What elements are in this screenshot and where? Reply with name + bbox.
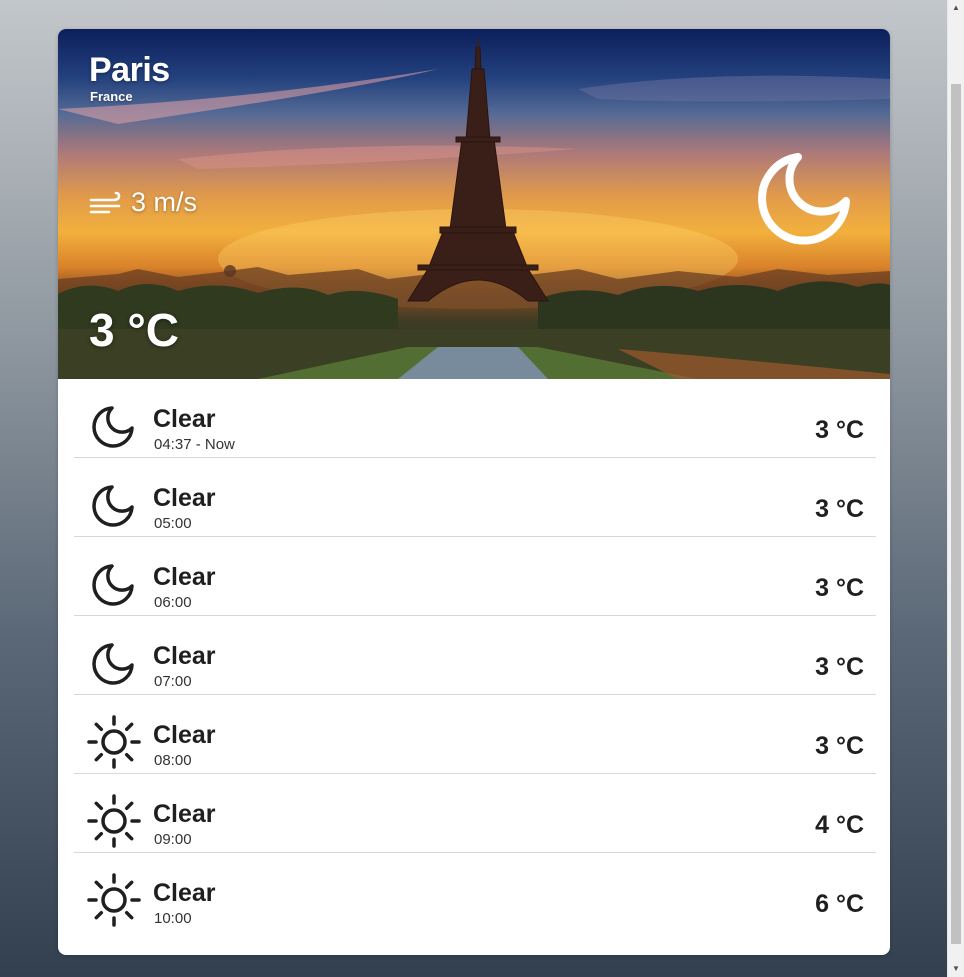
forecast-condition: Clear: [153, 405, 216, 433]
forecast-time: 10:00: [154, 910, 192, 927]
country-name: France: [90, 89, 133, 104]
forecast-condition: Clear: [153, 484, 216, 512]
forecast-temperature: 3 °C: [815, 574, 864, 602]
forecast-temperature: 3 °C: [815, 416, 864, 444]
forecast-temperature: 4 °C: [815, 811, 864, 839]
forecast-condition: Clear: [153, 879, 216, 907]
forecast-condition: Clear: [153, 721, 216, 749]
forecast-temperature: 3 °C: [815, 495, 864, 523]
forecast-row: Clear 04:37 - Now 3 °C: [74, 379, 876, 458]
city-name: Paris: [89, 51, 170, 89]
weather-card: Paris France 3 m/s 3 °C Clear 04:37 - Now…: [58, 29, 890, 955]
sun-icon: [86, 872, 142, 928]
forecast-temperature: 3 °C: [815, 653, 864, 681]
forecast-condition: Clear: [153, 563, 216, 591]
forecast-time: 05:00: [154, 515, 192, 532]
current-temperature: 3 °C: [89, 304, 179, 356]
moon-icon: [86, 635, 142, 691]
forecast-condition: Clear: [153, 800, 216, 828]
forecast-row: Clear 06:00 3 °C: [74, 537, 876, 616]
forecast-row: Clear 05:00 3 °C: [74, 458, 876, 537]
moon-icon: [86, 477, 142, 533]
forecast-time: 04:37 - Now: [154, 436, 235, 453]
hero-panel: Paris France 3 m/s 3 °C: [58, 29, 890, 379]
hourly-forecast-list: Clear 04:37 - Now 3 °C Clear 05:00 3 °C Clear 0…: [74, 379, 876, 932]
moon-icon: [758, 153, 850, 245]
forecast-time: 08:00: [154, 752, 192, 769]
wind-icon: [89, 191, 121, 213]
wind-speed: 3 m/s: [89, 187, 197, 218]
scroll-down-arrow-icon[interactable]: ▼: [948, 961, 964, 977]
forecast-row: Clear 09:00 4 °C: [74, 774, 876, 853]
scrollbar[interactable]: ▲ ▼: [947, 0, 964, 977]
forecast-time: 06:00: [154, 594, 192, 611]
moon-icon: [86, 556, 142, 612]
sun-icon: [86, 714, 142, 770]
forecast-temperature: 6 °C: [815, 890, 864, 918]
forecast-row: Clear 07:00 3 °C: [74, 616, 876, 695]
scroll-up-arrow-icon[interactable]: ▲: [948, 0, 964, 16]
forecast-time: 07:00: [154, 673, 192, 690]
forecast-row: Clear 08:00 3 °C: [74, 695, 876, 774]
forecast-time: 09:00: [154, 831, 192, 848]
wind-speed-value: 3 m/s: [131, 187, 198, 217]
scrollbar-thumb[interactable]: [951, 84, 961, 944]
sun-icon: [86, 793, 142, 849]
forecast-row: Clear 10:00 6 °C: [74, 853, 876, 932]
moon-icon: [86, 398, 142, 454]
forecast-condition: Clear: [153, 642, 216, 670]
forecast-temperature: 3 °C: [815, 732, 864, 760]
